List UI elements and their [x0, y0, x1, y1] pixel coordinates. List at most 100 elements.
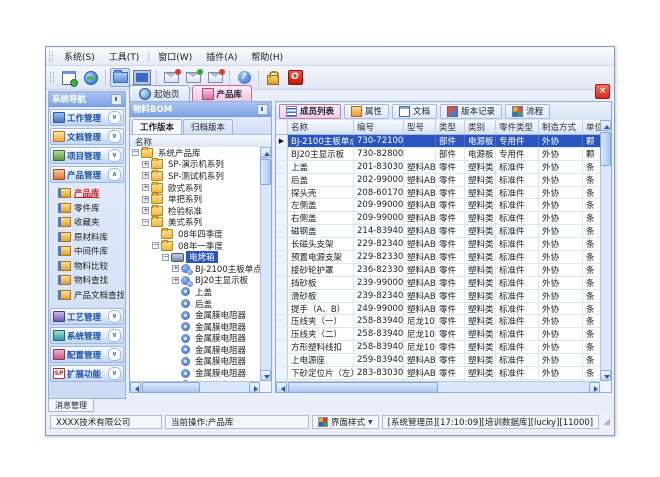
expand-icon[interactable]: + — [172, 277, 179, 284]
tab-流程[interactable]: 流程 — [505, 104, 550, 119]
table-row[interactable]: 挡砂板239-990001-01X塑料ABS零件塑料类标准件外协条 — [276, 277, 600, 290]
scroll-thumb[interactable] — [600, 132, 611, 166]
scroll-thumb[interactable] — [142, 382, 200, 393]
column-header-制造方式[interactable]: 制造方式 — [539, 120, 583, 134]
nav-group-工作管理[interactable]: 工作管理∨ — [50, 109, 124, 126]
column-header-零件类型[interactable]: 零件类型 — [496, 120, 539, 134]
toolbar-button-folder[interactable] — [110, 68, 130, 87]
collapse-icon[interactable]: − — [152, 242, 159, 249]
sidebar-item-中间件库[interactable]: 中间件库 — [50, 244, 124, 259]
pin-icon[interactable] — [111, 94, 122, 105]
sidebar-item-产品文档查找[interactable]: 产品文档查找 — [50, 288, 124, 303]
tree-node-电烤箱[interactable]: −电烤箱 — [130, 251, 260, 263]
scroll-right-icon[interactable] — [249, 382, 260, 393]
ui-style-button[interactable]: 界面样式 ▼ — [312, 415, 379, 429]
tree-node-单把系列[interactable]: +单把系列 — [130, 193, 260, 205]
table-row[interactable]: 上电源座259-839403-00X塑料ABS零件塑料类标准件外协条 — [276, 354, 600, 367]
column-header-编号[interactable]: 编号 — [354, 120, 404, 134]
expand-icon[interactable]: + — [142, 184, 149, 191]
nav-group-配置管理[interactable]: 配置管理∨ — [50, 346, 124, 363]
expand-icon[interactable]: + — [142, 196, 149, 203]
tree-node-SP-测试机系列[interactable]: +SP-测试机系列 — [130, 170, 260, 182]
tree-node-上盖[interactable]: 上盖 — [130, 286, 260, 298]
tree-vertical-scrollbar[interactable] — [260, 147, 271, 381]
nav-group-项目管理[interactable]: 项目管理∨ — [50, 147, 124, 164]
expand-icon[interactable]: + — [142, 207, 149, 214]
table-row[interactable]: 磁钢盖214-839404-01X塑料ABS零件塑料类标准件外协条 — [276, 225, 600, 238]
sidebar-item-原材料库[interactable]: 原材料库 — [50, 230, 124, 245]
tree-node-金属膜电阻器[interactable]: 金属膜电阻器 — [130, 367, 260, 379]
tree-node-BJ20主显示板[interactable]: +BJ20主显示板 — [130, 275, 260, 287]
nav-group-扩展功能[interactable]: SP扩展功能∨ — [50, 365, 124, 382]
chevron-down-icon[interactable]: ∨ — [108, 367, 121, 380]
scroll-up-icon[interactable] — [260, 147, 271, 158]
tab-产品库[interactable]: 产品库 — [192, 85, 253, 101]
table-row[interactable]: 方形塑料线扣258-839403-00X尼龙1010零件塑料类标准件外协条 — [276, 341, 600, 354]
column-header-类别[interactable]: 类别 — [465, 120, 496, 134]
scroll-left-icon[interactable] — [130, 382, 141, 393]
tree-node-金属膜电阻器[interactable]: 金属膜电阻器 — [130, 333, 260, 345]
collapse-icon[interactable]: − — [132, 149, 139, 156]
pin-icon[interactable] — [257, 104, 268, 115]
tree-horizontal-scrollbar[interactable] — [130, 381, 260, 392]
scroll-down-icon[interactable] — [260, 370, 271, 381]
chevron-up-icon[interactable]: ∧ — [108, 168, 121, 181]
column-header-单位[interactable]: 单位 — [583, 120, 600, 134]
sidebar-item-产品库[interactable]: 产品库 — [50, 186, 124, 201]
tree-node-美式系列[interactable]: −美式系列 — [130, 217, 260, 229]
resize-grip[interactable]: ◢ — [603, 418, 610, 427]
tree-node-SP-演示机系列[interactable]: +SP-演示机系列 — [130, 159, 260, 171]
tab-文档[interactable]: 文档 — [392, 104, 437, 119]
chevron-down-icon[interactable]: ∨ — [108, 130, 121, 143]
nav-group-系统管理[interactable]: 系统管理∨ — [50, 327, 124, 344]
tree-node-欧式系列[interactable]: +欧式系列 — [130, 182, 260, 194]
scroll-left-icon[interactable] — [276, 382, 287, 393]
table-row[interactable]: 左侧盖209-990001-01X塑料ABS零件塑料类标准件外协条 — [276, 199, 600, 212]
sidebar-item-物料比较[interactable]: 物料比较 — [50, 259, 124, 274]
nav-group-产品管理[interactable]: 产品管理∧ — [50, 166, 124, 183]
tree-node-后盖[interactable]: 后盖 — [130, 298, 260, 310]
sidebar-item-收藏夹[interactable]: 收藏夹 — [50, 215, 124, 230]
table-row[interactable]: 右侧盖209-990002-01X塑料ABS零件塑料类标准件外协条 — [276, 212, 600, 225]
table-row[interactable]: 滑砂板239-823401-00X塑料ABS零件塑料类标准件外协条 — [276, 290, 600, 303]
tree-node-检验标准[interactable]: +检验标准 — [130, 205, 260, 217]
nav-group-工艺管理[interactable]: 工艺管理∨ — [50, 308, 124, 325]
tab-成员列表[interactable]: 成员列表 — [279, 104, 341, 119]
menu-item-5[interactable]: 帮助(H) — [244, 48, 290, 65]
tree-node-08年四季度[interactable]: 08年四季度 — [130, 228, 260, 240]
nav-group-文档管理[interactable]: 文档管理∨ — [50, 128, 124, 145]
grid-horizontal-scrollbar[interactable] — [276, 381, 600, 392]
table-row[interactable]: 探头壳208-601701-01X塑料ABS零件塑料类标准件外协条 — [276, 187, 600, 200]
tree-node-金属膜电阻器[interactable]: 金属膜电阻器 — [130, 356, 260, 368]
column-header-型号[interactable]: 型号 — [404, 120, 436, 134]
toolbar-button-form[interactable] — [59, 68, 79, 87]
chevron-down-icon[interactable]: ∨ — [108, 111, 121, 124]
chevron-down-icon[interactable]: ∨ — [108, 149, 121, 162]
menu-item-3[interactable]: 窗口(W) — [151, 48, 199, 65]
column-header-名称[interactable]: 名称 — [288, 120, 354, 134]
tab-版本记录[interactable]: 版本记录 — [440, 104, 502, 119]
toolbar-grip[interactable] — [50, 72, 54, 83]
expand-icon[interactable]: + — [142, 161, 149, 168]
message-tab[interactable]: 消息管理 — [48, 398, 94, 412]
sidebar-item-零件库[interactable]: 零件库 — [50, 201, 124, 216]
table-row[interactable]: 上盖201-830302-00X塑料ABS零件塑料类标准件外协条 — [276, 161, 600, 174]
menubar-grip[interactable] — [49, 51, 53, 62]
table-row[interactable]: 提手（A、B）249-990001-01X塑料ABS零件塑料类标准件外协条 — [276, 303, 600, 316]
tab-工作版本[interactable]: 工作版本 — [132, 119, 182, 134]
table-row[interactable]: 压线夹（二）258-839402-00X尼龙1010零件塑料类标准件外协条 — [276, 328, 600, 341]
scroll-thumb[interactable] — [260, 159, 271, 185]
scroll-up-icon[interactable] — [600, 120, 611, 131]
expand-icon[interactable]: + — [172, 265, 179, 272]
tab-起始页[interactable]: 起始页 — [129, 85, 190, 101]
tree-node-系统产品库[interactable]: −系统产品库 — [130, 147, 260, 159]
collapse-icon[interactable]: − — [142, 219, 149, 226]
close-tab-button[interactable]: × — [595, 84, 610, 99]
chevron-down-icon[interactable]: ∨ — [108, 329, 121, 342]
sidebar-item-物料查找[interactable]: 物料查找 — [50, 273, 124, 288]
menu-item-1[interactable]: 系统(S) — [57, 48, 102, 65]
tree-node-金属膜电阻器[interactable]: 金属膜电阻器 — [130, 321, 260, 333]
table-row[interactable]: BJ20主显示板730-828000-04X部件电源板专用件外协颗 — [276, 148, 600, 161]
table-row[interactable]: 压线夹（一）258-839401-00X尼龙1010零件塑料类标准件外协条 — [276, 315, 600, 328]
table-row[interactable]: 接砂轮护罩236-823301-00X塑料ABS零件塑料类标准件外协条 — [276, 264, 600, 277]
